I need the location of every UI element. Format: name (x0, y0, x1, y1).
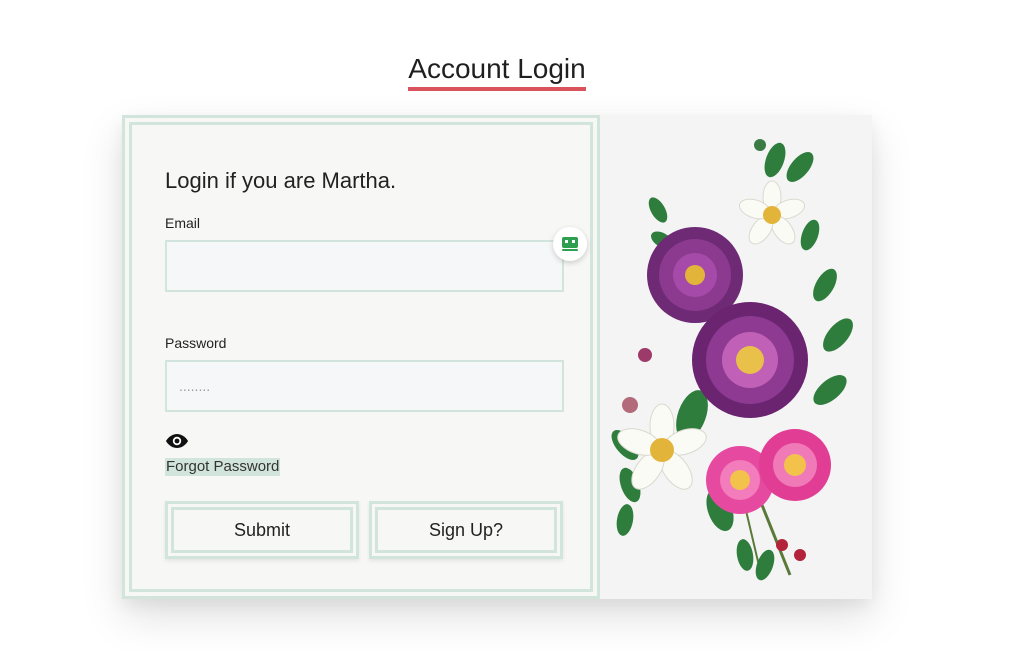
eye-icon[interactable] (165, 433, 189, 449)
form-heading: Login if you are Martha. (165, 168, 397, 193)
login-card: Login if you are Martha. Email Password … (122, 115, 872, 599)
login-form: Login if you are Martha. Email Password … (129, 122, 593, 592)
email-field[interactable] (165, 240, 564, 292)
submit-button-label: Submit (171, 507, 353, 553)
login-form-panel: Login if you are Martha. Email Password … (122, 115, 600, 599)
signup-button-label: Sign Up? (375, 507, 557, 553)
flower-illustration-panel (600, 115, 872, 599)
signup-button[interactable]: Sign Up? (369, 501, 563, 559)
email-label: Email (165, 215, 201, 231)
password-manager-glyph (562, 237, 578, 251)
password-field[interactable] (165, 360, 564, 412)
flower-bouquet-image (611, 139, 853, 581)
password-manager-icon[interactable] (553, 227, 587, 261)
page-title-container: Account Login (0, 52, 994, 91)
password-label: Password (165, 335, 227, 351)
submit-button[interactable]: Submit (165, 501, 359, 559)
page-title: Account Login (408, 52, 586, 91)
forgot-password-link[interactable]: Forgot Password (165, 458, 281, 476)
